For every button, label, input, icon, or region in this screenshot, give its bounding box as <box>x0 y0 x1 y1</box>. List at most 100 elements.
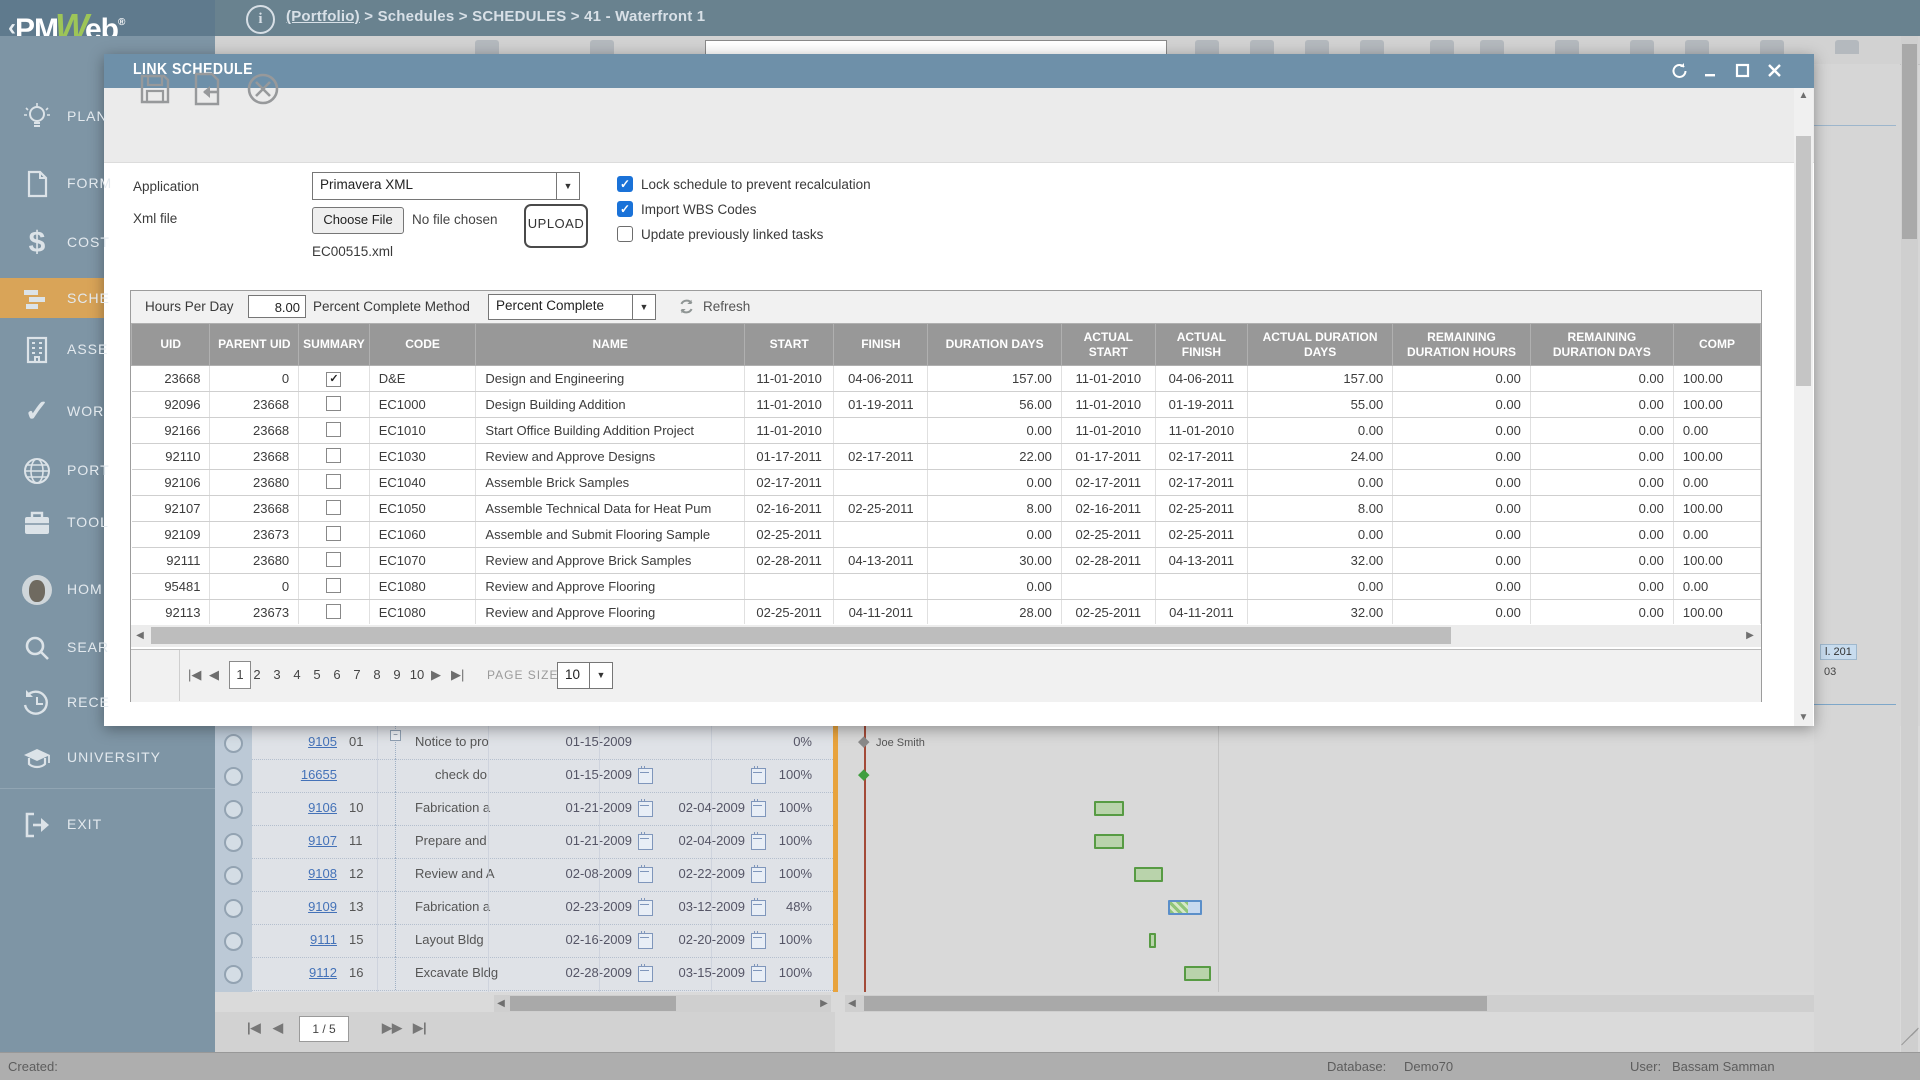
scroll-right-icon[interactable]: ▶ <box>817 998 831 1009</box>
page-number-2[interactable]: 2 <box>249 667 265 682</box>
gantt-hscrollbar[interactable]: ◀ ▶ <box>845 995 1870 1012</box>
sidebar-item-university[interactable]: UNIVERSITY <box>0 741 215 785</box>
toolbar-icon[interactable] <box>1195 40 1219 54</box>
info-icon[interactable]: i <box>246 5 275 34</box>
summary-checkbox[interactable] <box>326 500 341 515</box>
minimize-icon[interactable] <box>1702 62 1720 80</box>
close-icon[interactable] <box>1766 62 1784 80</box>
calendar-icon[interactable] <box>638 768 653 784</box>
toolbar-icon[interactable] <box>1250 40 1274 54</box>
task-id-link[interactable]: 9108 <box>252 866 337 881</box>
breadcrumb-segment[interactable]: (Portfolio) <box>286 8 360 25</box>
task-id-link[interactable]: 9111 <box>252 932 337 947</box>
toolbar-icon[interactable] <box>1760 40 1784 54</box>
prev-page-icon[interactable]: ◀ <box>273 1020 283 1036</box>
task-id-link[interactable]: 9106 <box>252 800 337 815</box>
table-row[interactable]: 954810EC1080Review and Approve Flooring0… <box>132 574 1761 600</box>
grid-hscroll-thumb[interactable] <box>151 627 1451 644</box>
column-header[interactable]: SUMMARY <box>299 324 370 366</box>
toolbar-icon[interactable] <box>1305 40 1329 54</box>
checkbox-3[interactable] <box>617 226 633 242</box>
checkbox-2[interactable]: ✓ <box>617 201 633 217</box>
toolbar-icon[interactable] <box>1835 40 1859 54</box>
column-header[interactable]: UID <box>132 324 210 366</box>
summary-checkbox[interactable] <box>326 526 341 541</box>
row-marker-icon[interactable] <box>224 833 243 852</box>
calendar-icon[interactable] <box>638 966 653 982</box>
gantt-bar[interactable] <box>1149 933 1156 948</box>
column-header[interactable]: COMP <box>1673 324 1760 366</box>
column-header[interactable]: ACTUAL FINISH <box>1155 324 1247 366</box>
sync-icon[interactable] <box>1670 62 1688 80</box>
breadcrumb[interactable]: (Portfolio) > Schedules > SCHEDULES > 41… <box>286 8 705 25</box>
dialog-vscroll-thumb[interactable] <box>1796 136 1811 386</box>
column-header[interactable]: FINISH <box>834 324 928 366</box>
gantt-bar[interactable] <box>1094 801 1124 816</box>
dialog-title-bar[interactable] <box>104 54 1814 88</box>
schedule-row[interactable]: 16655check do01-15-2009100% <box>252 759 833 793</box>
table-row[interactable]: 9211123680EC1070Review and Approve Brick… <box>132 548 1761 574</box>
breadcrumb-segment[interactable]: 41 - Waterfront 1 <box>584 8 705 25</box>
gantt-bar[interactable] <box>1168 900 1202 915</box>
row-marker-icon[interactable] <box>224 800 243 819</box>
column-header[interactable]: REMAINING DURATION DAYS <box>1530 324 1673 366</box>
left-hscrollbar[interactable]: ◀ ▶ <box>494 995 831 1012</box>
hours-per-day-input[interactable]: 8.00 <box>248 295 306 318</box>
summary-checkbox[interactable] <box>326 474 341 489</box>
page-indicator[interactable]: 1 / 5 <box>299 1016 349 1042</box>
column-header[interactable]: PARENT UID <box>210 324 299 366</box>
schedule-row[interactable]: 910711Prepare and01-21-200902-04-2009100… <box>252 825 833 859</box>
schedule-row[interactable]: 910913Fabrication a02-23-200903-12-20094… <box>252 891 833 925</box>
toolbar-icon[interactable] <box>1555 40 1579 54</box>
milestone-icon[interactable]: ◆Joe Smith <box>858 734 870 749</box>
toolbar-icon[interactable] <box>590 40 614 54</box>
summary-checkbox[interactable] <box>326 448 341 463</box>
summary-checkbox[interactable] <box>326 578 341 593</box>
table-row[interactable]: 9211023668EC1030Review and Approve Desig… <box>132 444 1761 470</box>
prev-page-icon[interactable]: ◀ <box>209 667 219 683</box>
calendar-icon[interactable] <box>638 834 653 850</box>
scroll-left-icon[interactable]: ◀ <box>133 630 147 641</box>
column-header[interactable]: START <box>744 324 833 366</box>
first-page-icon[interactable]: |◀ <box>188 667 201 683</box>
grid-hscrollbar[interactable]: ◀ ▶ <box>131 625 1761 647</box>
schedule-row[interactable]: 911115Layout Bldg02-16-200902-20-2009100… <box>252 924 833 958</box>
dialog-vscrollbar[interactable]: ▲ ▼ <box>1794 88 1813 726</box>
page-vscroll-thumb[interactable] <box>1902 44 1917 239</box>
column-header[interactable]: NAME <box>476 324 745 366</box>
refresh-label[interactable]: Refresh <box>703 299 750 314</box>
sidebar-item-exit[interactable]: EXIT <box>0 808 215 852</box>
page-number-8[interactable]: 8 <box>369 667 385 682</box>
task-id-link[interactable]: 9112 <box>252 965 337 980</box>
column-header[interactable]: DURATION DAYS <box>928 324 1061 366</box>
row-marker-icon[interactable] <box>224 767 243 786</box>
toolbar-icon[interactable] <box>1685 40 1709 54</box>
scroll-left-icon[interactable]: ◀ <box>845 998 859 1009</box>
schedule-row[interactable]: 910501−Notice to pro01-15-20090% <box>252 726 833 760</box>
chevron-down-icon[interactable]: ▼ <box>632 295 655 319</box>
page-number-1[interactable]: 1 <box>229 661 251 689</box>
page-number-3[interactable]: 3 <box>269 667 285 682</box>
task-id-link[interactable]: 16655 <box>252 767 337 782</box>
next-page-icon[interactable]: ▶▶ <box>382 1020 402 1036</box>
column-header[interactable]: ACTUAL START <box>1061 324 1155 366</box>
column-header[interactable]: CODE <box>369 324 476 366</box>
table-row[interactable]: 9209623668EC1000Design Building Addition… <box>132 392 1761 418</box>
gantt-hscroll-thumb[interactable] <box>864 996 1487 1011</box>
application-select[interactable]: Primavera XML ▼ <box>312 172 580 200</box>
choose-file-button[interactable]: Choose File <box>312 207 404 234</box>
resize-grip-icon[interactable] <box>1896 1018 1918 1044</box>
toolbar-icon[interactable] <box>475 40 499 54</box>
save-icon[interactable] <box>136 70 174 108</box>
cancel-icon[interactable] <box>244 70 282 108</box>
last-page-icon[interactable]: ▶| <box>451 667 464 683</box>
schedule-row[interactable]: 911216Excavate Bldg02-28-200903-15-20091… <box>252 957 833 991</box>
table-row[interactable]: 9211323673EC1080Review and Approve Floor… <box>132 600 1761 625</box>
summary-checkbox[interactable] <box>326 604 341 619</box>
task-id-link[interactable]: 9109 <box>252 899 337 914</box>
toolbar-icon[interactable] <box>1430 40 1454 54</box>
scroll-right-icon[interactable]: ▶ <box>1743 630 1757 641</box>
gantt-bar[interactable] <box>1094 834 1124 849</box>
import-icon[interactable] <box>188 70 226 108</box>
table-row[interactable]: 9210623680EC1040Assemble Brick Samples02… <box>132 470 1761 496</box>
